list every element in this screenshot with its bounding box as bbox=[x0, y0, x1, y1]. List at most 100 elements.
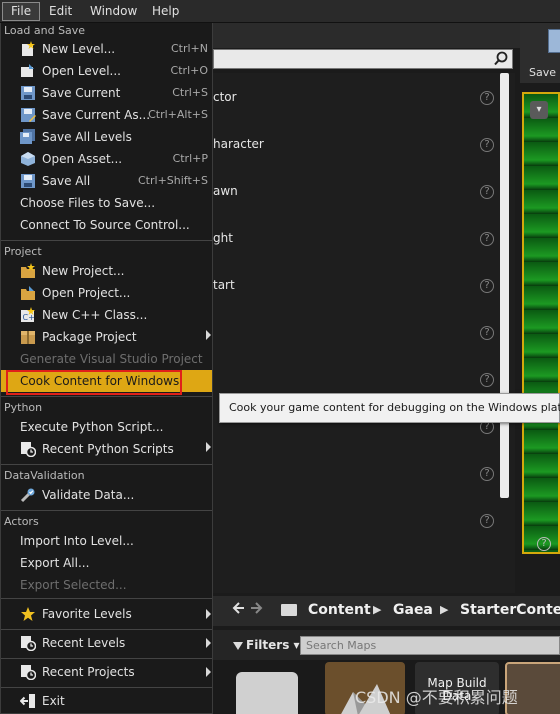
clock-icon bbox=[20, 664, 36, 680]
search-maps-input[interactable]: Search Maps bbox=[300, 636, 560, 655]
shortcut-label: Ctrl+P bbox=[172, 152, 208, 165]
menu-separator bbox=[1, 598, 212, 599]
folder-icon[interactable] bbox=[281, 604, 297, 616]
help-icon[interactable]: ? bbox=[480, 91, 494, 105]
section-header-project: Project bbox=[4, 245, 42, 258]
menu-edit[interactable]: Edit bbox=[41, 2, 80, 21]
menu-separator bbox=[1, 396, 212, 397]
menu-item-label: New Project... bbox=[42, 264, 125, 278]
breadcrumb-content[interactable]: Content bbox=[308, 602, 371, 618]
menu-item-label: Export All... bbox=[20, 556, 90, 570]
level-viewport[interactable]: ▾ ? bbox=[522, 92, 560, 554]
help-icon[interactable]: ? bbox=[480, 373, 494, 387]
section-header-python: Python bbox=[4, 401, 43, 414]
help-icon[interactable]: ? bbox=[480, 185, 494, 199]
menu-file[interactable]: File bbox=[2, 2, 41, 21]
menu-item-package-project[interactable]: Package Project bbox=[1, 326, 212, 348]
menu-item-new-level[interactable]: New Level... Ctrl+N bbox=[1, 38, 212, 60]
menu-separator bbox=[1, 510, 212, 511]
menu-item-open-level[interactable]: Open Level... Ctrl+O bbox=[1, 60, 212, 82]
menu-item-export-selected: Export Selected... bbox=[1, 574, 212, 596]
menu-item-label: Save All bbox=[42, 174, 91, 188]
toolbar-area bbox=[213, 23, 520, 48]
menu-item-favorite-levels[interactable]: Favorite Levels bbox=[1, 600, 212, 628]
menu-item-new-project[interactable]: New Project... bbox=[1, 260, 212, 282]
forward-arrow-icon[interactable] bbox=[250, 601, 264, 615]
list-item-label: haracter bbox=[213, 137, 264, 151]
menu-item-open-project[interactable]: Open Project... bbox=[1, 282, 212, 304]
menu-item-choose-files-to-save[interactable]: Choose Files to Save... bbox=[1, 192, 212, 214]
back-arrow-icon[interactable] bbox=[231, 601, 245, 615]
menu-help[interactable]: Help bbox=[144, 2, 187, 21]
menu-item-label: Open Level... bbox=[42, 64, 121, 78]
menu-item-execute-python[interactable]: Execute Python Script... bbox=[1, 416, 212, 438]
menu-item-validate-data[interactable]: Validate Data... bbox=[1, 484, 212, 506]
folder-tile-icon[interactable] bbox=[236, 672, 298, 714]
help-icon[interactable]: ? bbox=[480, 232, 494, 246]
help-icon[interactable]: ? bbox=[480, 326, 494, 340]
breadcrumb-startercontent[interactable]: StarterContent bbox=[460, 602, 560, 618]
menu-item-label: Save Current bbox=[42, 86, 121, 100]
menu-item-import-into-level[interactable]: Import Into Level... bbox=[1, 530, 212, 552]
file-menu-dropdown: Load and Save New Level... Ctrl+N Open L… bbox=[0, 23, 213, 714]
menu-item-new-cpp-class[interactable]: C+ New C++ Class... bbox=[1, 304, 212, 326]
list-item-label: awn bbox=[213, 184, 238, 198]
menu-item-recent-projects[interactable]: Recent Projects bbox=[1, 658, 212, 686]
menu-item-open-asset[interactable]: Open Asset... Ctrl+P bbox=[1, 148, 212, 170]
menu-item-label: Recent Projects bbox=[42, 665, 135, 679]
breadcrumb-separator-icon[interactable]: ▶ bbox=[373, 603, 381, 616]
viewport-options-button[interactable]: ▾ bbox=[530, 101, 548, 119]
menu-item-recent-levels[interactable]: Recent Levels bbox=[1, 629, 212, 657]
menu-item-label: Save All Levels bbox=[42, 130, 132, 144]
menu-item-label: Validate Data... bbox=[42, 488, 135, 502]
scrollbar[interactable] bbox=[500, 73, 509, 498]
menu-item-label: Recent Python Scripts bbox=[42, 442, 174, 456]
help-icon[interactable]: ? bbox=[480, 514, 494, 528]
filters-button[interactable]: Filters ▾ bbox=[233, 636, 300, 654]
menu-item-export-all[interactable]: Export All... bbox=[1, 552, 212, 574]
save-button[interactable]: Save C bbox=[520, 23, 560, 83]
annotation-highlight-box bbox=[6, 370, 182, 395]
list-item-label: tart bbox=[213, 278, 235, 292]
help-icon[interactable]: ? bbox=[480, 138, 494, 152]
watermark: CSDN @不要积累问题 bbox=[355, 688, 518, 707]
new-level-icon bbox=[20, 41, 36, 57]
search-icon bbox=[493, 51, 509, 67]
submenu-arrow-icon bbox=[206, 667, 211, 677]
menu-item-save-current[interactable]: Save Current Ctrl+S bbox=[1, 82, 212, 104]
save-icon bbox=[20, 85, 36, 101]
shortcut-label: Ctrl+N bbox=[170, 42, 208, 55]
menu-item-recent-python[interactable]: Recent Python Scripts bbox=[1, 438, 212, 460]
shortcut-label: Ctrl+Alt+S bbox=[148, 108, 208, 121]
menu-item-save-all[interactable]: Save All Ctrl+Shift+S bbox=[1, 170, 212, 192]
package-icon bbox=[20, 329, 36, 345]
help-icon[interactable]: ? bbox=[480, 279, 494, 293]
breadcrumb-separator-icon[interactable]: ▶ bbox=[440, 603, 448, 616]
menu-window[interactable]: Window bbox=[82, 2, 145, 21]
breadcrumb-gaea[interactable]: Gaea bbox=[393, 602, 433, 618]
menu-item-label: Package Project bbox=[42, 330, 137, 344]
menu-item-save-current-as[interactable]: Save Current As... Ctrl+Alt+S bbox=[1, 104, 212, 126]
save-all-levels-icon bbox=[20, 129, 36, 145]
help-icon[interactable]: ? bbox=[480, 467, 494, 481]
menu-item-connect-source-control[interactable]: Connect To Source Control... bbox=[1, 214, 212, 236]
menu-item-label: Generate Visual Studio Project bbox=[20, 352, 203, 366]
place-actors-search[interactable] bbox=[213, 49, 513, 69]
list-item-label: ght bbox=[213, 231, 233, 245]
section-header-load-save: Load and Save bbox=[4, 24, 86, 37]
save-button-label: Save C bbox=[529, 66, 560, 79]
open-project-icon bbox=[20, 285, 36, 301]
menu-item-label: Execute Python Script... bbox=[20, 420, 164, 434]
new-cpp-class-icon: C+ bbox=[20, 307, 36, 323]
save-all-icon bbox=[20, 173, 36, 189]
star-icon bbox=[20, 606, 36, 622]
help-icon[interactable]: ? bbox=[537, 537, 551, 551]
menu-item-label: Save Current As... bbox=[42, 108, 151, 122]
submenu-arrow-icon bbox=[206, 638, 211, 648]
shortcut-label: Ctrl+Shift+S bbox=[138, 174, 208, 187]
filter-icon bbox=[233, 641, 243, 650]
menu-item-save-all-levels[interactable]: Save All Levels bbox=[1, 126, 212, 148]
menu-separator bbox=[1, 240, 212, 241]
submenu-arrow-icon bbox=[206, 442, 211, 452]
menu-item-exit[interactable]: Exit bbox=[1, 687, 212, 714]
